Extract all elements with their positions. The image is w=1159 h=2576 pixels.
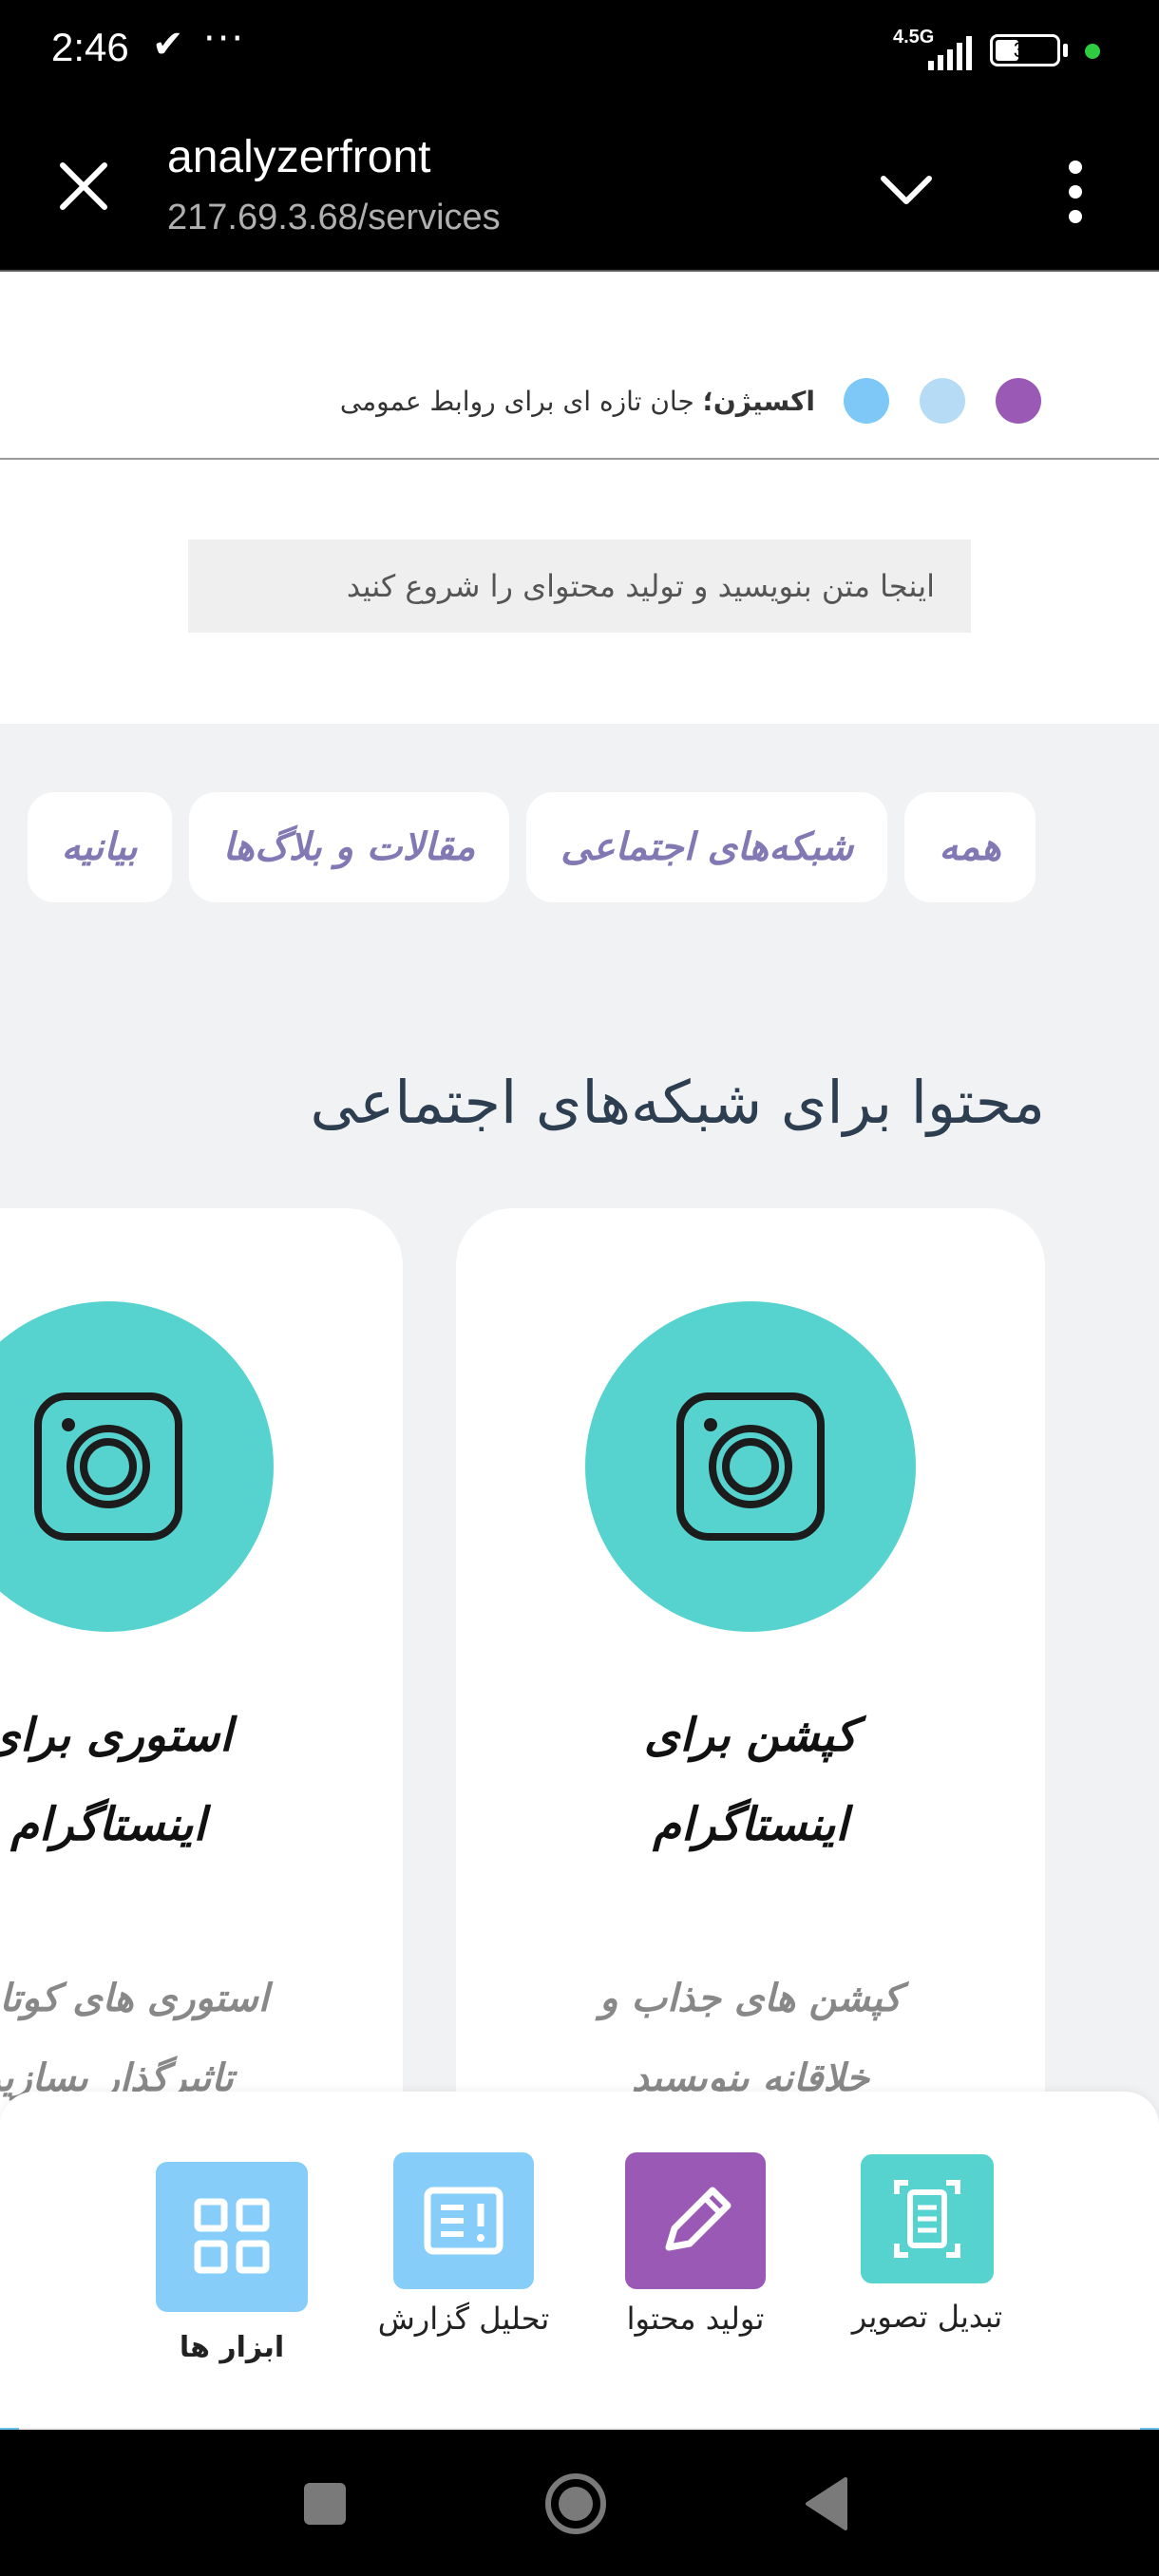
privacy-indicator-dot — [1085, 44, 1100, 59]
card-title-line1: کپشن برای — [643, 1709, 858, 1762]
brand-tagline: اکسیژن؛ جان تازه ای برای روابط عمومی — [340, 386, 815, 417]
back-icon[interactable] — [804, 2477, 847, 2530]
card-desc-line1: استوری های کوتاه و — [0, 1977, 269, 2020]
more-vert-icon[interactable] — [1056, 158, 1094, 226]
chevron-down-icon[interactable] — [876, 167, 937, 215]
tab-social-networks[interactable]: شبکه‌های اجتماعی — [526, 792, 888, 902]
brand-name: اکسیژن؛ — [702, 385, 815, 417]
tool-content-generation[interactable]: تولید محتوا — [625, 2152, 766, 2342]
instagram-icon-circle — [585, 1301, 916, 1632]
status-bar: 2:46 ✔ ··· 4.5G 33 — [0, 0, 1159, 104]
tool-label: تولید محتوا — [626, 2301, 765, 2337]
more-notifications-icon: ··· — [203, 17, 246, 61]
site-url[interactable]: 217.69.3.68/services — [167, 198, 501, 238]
category-tabs: همه شبکه‌های اجتماعی مقالات و بلاگ‌ها بی… — [27, 792, 1036, 902]
browser-toolbar: analyzerfront 217.69.3.68/services — [0, 104, 1159, 272]
brand-tagline-text: جان تازه ای برای روابط عمومی — [339, 385, 703, 417]
status-time: 2:46 — [51, 25, 129, 69]
home-icon[interactable] — [543, 2472, 608, 2536]
logo-dots-icon — [844, 378, 1041, 424]
system-nav-bar — [0, 2430, 1159, 2576]
content-prompt-input[interactable]: اینجا متن بنویسید و تولید محتوای را شروع… — [188, 540, 971, 633]
logo-dot — [920, 378, 965, 424]
section-title: محتوا برای شبکه‌های اجتماعی — [310, 1068, 1045, 1137]
tab-all[interactable]: همه — [904, 792, 1036, 902]
tool-label: تحلیل گزارش — [377, 2301, 550, 2337]
scan-document-icon — [861, 2154, 994, 2283]
card-title-line1: استوری برای — [0, 1709, 233, 1762]
grid-icon — [156, 2162, 308, 2312]
pencil-icon — [625, 2152, 766, 2289]
site-title: analyzerfront — [167, 132, 431, 182]
tool-report-analysis[interactable]: تحلیل گزارش — [378, 2152, 549, 2342]
battery-level: 33 — [1013, 38, 1037, 62]
check-icon: ✔ — [152, 23, 184, 66]
close-icon[interactable] — [55, 158, 112, 215]
card-desc-line1: کپشن های جذاب و — [599, 1977, 902, 2020]
header-divider — [0, 458, 1159, 460]
tool-all-tools[interactable]: ابزار ها — [156, 2162, 308, 2371]
tool-label: ابزار ها — [179, 2331, 285, 2364]
instagram-icon — [676, 1392, 825, 1541]
logo-dot — [996, 378, 1041, 424]
report-icon — [393, 2152, 534, 2289]
recent-apps-icon[interactable] — [302, 2481, 348, 2527]
tool-label: تبدیل تصویر — [851, 2299, 1003, 2335]
tab-statements[interactable]: بیانیه — [27, 792, 172, 902]
instagram-icon — [34, 1392, 182, 1541]
card-title-line2: اینستاگرام — [653, 1798, 848, 1851]
bottom-toolbar: تبدیل تصویر تولید محتوا تحلیل گزارش ابزا… — [0, 2092, 1159, 2428]
tool-image-convert[interactable]: تبدیل تصویر — [852, 2154, 1002, 2344]
instagram-icon-circle — [0, 1301, 274, 1632]
signal-icon — [928, 36, 972, 70]
battery-icon: 33 — [990, 34, 1060, 66]
brand-logo[interactable]: اکسیژن؛ جان تازه ای برای روابط عمومی — [340, 378, 1041, 424]
header-section: اکسیژن؛ جان تازه ای برای روابط عمومی این… — [0, 272, 1159, 724]
logo-dot — [844, 378, 889, 424]
tab-articles-blogs[interactable]: مقالات و بلاگ‌ها — [188, 792, 510, 902]
card-title-line2: اینستاگرام — [10, 1798, 206, 1851]
battery-tip — [1063, 44, 1068, 57]
